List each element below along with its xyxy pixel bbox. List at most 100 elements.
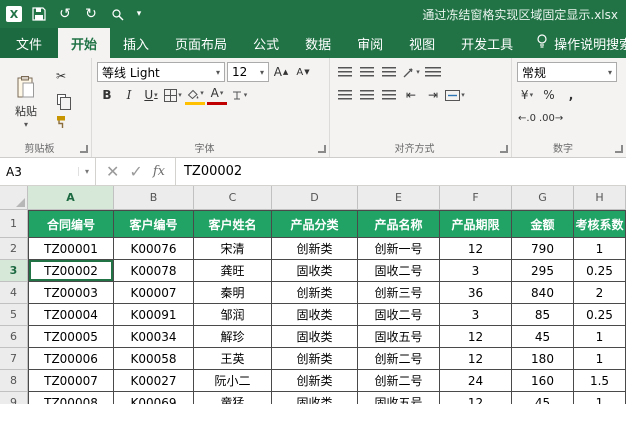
tell-me-search[interactable]: 操作说明搜索 (526, 28, 626, 58)
increase-indent-icon[interactable]: ⇥ (423, 85, 443, 105)
decrease-font-icon[interactable]: A▼ (293, 62, 313, 82)
cell-B2[interactable]: K00076 (114, 238, 194, 260)
cell-H7[interactable]: 1 (574, 348, 626, 370)
tab-file[interactable]: 文件 (0, 28, 58, 58)
cell-F1[interactable]: 产品期限 (440, 210, 512, 238)
cell-D4[interactable]: 创新类 (272, 282, 358, 304)
cell-C6[interactable]: 解珍 (194, 326, 272, 348)
cell-D2[interactable]: 创新类 (272, 238, 358, 260)
cell-F4[interactable]: 36 (440, 282, 512, 304)
font-color-icon[interactable]: A▾ (207, 85, 227, 105)
cell-E2[interactable]: 创新一号 (358, 238, 440, 260)
align-center-icon[interactable] (357, 85, 377, 105)
cell-C2[interactable]: 宋清 (194, 238, 272, 260)
column-header-F[interactable]: F (440, 186, 512, 210)
tab-formulas[interactable]: 公式 (240, 28, 292, 58)
wrap-text-icon[interactable] (423, 62, 443, 82)
cell-H1[interactable]: 考核系数 (574, 210, 626, 238)
phonetic-guide-icon[interactable]: ▾ (229, 85, 249, 105)
cell-H5[interactable]: 0.25 (574, 304, 626, 326)
cell-G9[interactable]: 45 (512, 392, 574, 404)
accounting-format-icon[interactable]: ¥▾ (517, 85, 537, 105)
cell-B6[interactable]: K00034 (114, 326, 194, 348)
cell-E1[interactable]: 产品名称 (358, 210, 440, 238)
cell-A2[interactable]: TZ00001 (28, 238, 114, 260)
cell-B8[interactable]: K00027 (114, 370, 194, 392)
cell-B7[interactable]: K00058 (114, 348, 194, 370)
cell-A1[interactable]: 合同编号 (28, 210, 114, 238)
align-middle-icon[interactable] (357, 62, 377, 82)
cell-F9[interactable]: 12 (440, 392, 512, 404)
number-format-combo[interactable]: 常规 ▾ (517, 62, 617, 82)
cell-C4[interactable]: 秦明 (194, 282, 272, 304)
cell-A7[interactable]: TZ00006 (28, 348, 114, 370)
tab-data[interactable]: 数据 (292, 28, 344, 58)
cell-C9[interactable]: 童猛 (194, 392, 272, 404)
cell-E8[interactable]: 创新二号 (358, 370, 440, 392)
cell-F2[interactable]: 12 (440, 238, 512, 260)
font-name-combo[interactable]: 等线 Light ▾ (97, 62, 225, 82)
borders-icon[interactable]: ▾ (163, 85, 183, 105)
cell-E3[interactable]: 固收二号 (358, 260, 440, 282)
cell-G2[interactable]: 790 (512, 238, 574, 260)
cell-C7[interactable]: 王英 (194, 348, 272, 370)
row-header-6[interactable]: 6 (0, 326, 28, 348)
paste-button[interactable]: 粘贴 ▾ (5, 62, 47, 141)
column-header-D[interactable]: D (272, 186, 358, 210)
cell-F5[interactable]: 3 (440, 304, 512, 326)
cell-A6[interactable]: TZ00005 (28, 326, 114, 348)
cell-G5[interactable]: 85 (512, 304, 574, 326)
tab-home[interactable]: 开始 (58, 28, 110, 58)
cell-B3[interactable]: K00078 (114, 260, 194, 282)
format-painter-icon[interactable] (51, 112, 71, 132)
paste-dropdown-icon[interactable]: ▾ (24, 120, 28, 129)
row-header-7[interactable]: 7 (0, 348, 28, 370)
italic-button[interactable]: I (119, 85, 139, 105)
cut-icon[interactable]: ✂ (51, 66, 71, 86)
cell-E5[interactable]: 固收二号 (358, 304, 440, 326)
underline-button[interactable]: U▾ (141, 85, 161, 105)
cell-D9[interactable]: 固收类 (272, 392, 358, 404)
column-header-G[interactable]: G (512, 186, 574, 210)
cell-H6[interactable]: 1 (574, 326, 626, 348)
cell-A9[interactable]: TZ00008 (28, 392, 114, 404)
clipboard-dialog-launcher-icon[interactable] (80, 145, 88, 153)
cell-B9[interactable]: K00069 (114, 392, 194, 404)
column-header-H[interactable]: H (574, 186, 626, 210)
cell-C5[interactable]: 邹润 (194, 304, 272, 326)
cell-E7[interactable]: 创新二号 (358, 348, 440, 370)
cancel-icon[interactable]: ✕ (106, 162, 119, 181)
cell-F6[interactable]: 12 (440, 326, 512, 348)
cell-G3[interactable]: 295 (512, 260, 574, 282)
enter-icon[interactable]: ✓ (129, 162, 142, 181)
cell-G1[interactable]: 金额 (512, 210, 574, 238)
cell-F7[interactable]: 12 (440, 348, 512, 370)
quick-access-menu-icon[interactable]: ▾ (134, 5, 144, 23)
cell-D8[interactable]: 创新类 (272, 370, 358, 392)
font-size-combo[interactable]: 12 ▾ (227, 62, 269, 82)
tab-insert[interactable]: 插入 (110, 28, 162, 58)
cell-A5[interactable]: TZ00004 (28, 304, 114, 326)
cell-G8[interactable]: 160 (512, 370, 574, 392)
align-bottom-icon[interactable] (379, 62, 399, 82)
align-left-icon[interactable] (335, 85, 355, 105)
cell-C1[interactable]: 客户姓名 (194, 210, 272, 238)
cell-F3[interactable]: 3 (440, 260, 512, 282)
cell-A8[interactable]: TZ00007 (28, 370, 114, 392)
cell-G7[interactable]: 180 (512, 348, 574, 370)
cell-A3[interactable]: TZ00002 (28, 260, 114, 282)
cell-H4[interactable]: 2 (574, 282, 626, 304)
cell-A4[interactable]: TZ00003 (28, 282, 114, 304)
fill-color-icon[interactable]: ▾ (185, 85, 205, 105)
insert-function-icon[interactable]: fx (153, 164, 165, 179)
select-all-button[interactable] (0, 186, 28, 210)
row-header-3[interactable]: 3 (0, 260, 28, 282)
cell-G6[interactable]: 45 (512, 326, 574, 348)
align-top-icon[interactable] (335, 62, 355, 82)
name-box[interactable]: A3 ▾ (0, 158, 96, 185)
increase-decimal-icon[interactable]: .00→ (539, 108, 563, 128)
cell-D5[interactable]: 固收类 (272, 304, 358, 326)
tab-developer[interactable]: 开发工具 (448, 28, 526, 58)
cell-B5[interactable]: K00091 (114, 304, 194, 326)
row-header-4[interactable]: 4 (0, 282, 28, 304)
